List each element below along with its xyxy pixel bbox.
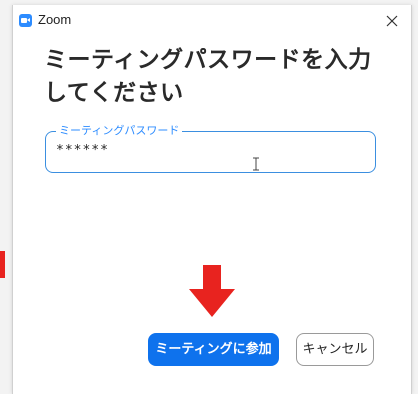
password-field-label: ミーティングパスワード (56, 123, 183, 139)
cancel-button[interactable]: キャンセル (296, 333, 374, 366)
screenshot-page: Zoom ミーティングパスワードを入力してください ミーティングパスワード **… (0, 0, 418, 394)
meeting-password-input[interactable]: ミーティングパスワード ****** (45, 123, 376, 173)
text-cursor-icon (251, 156, 261, 172)
dialog-heading: ミーティングパスワードを入力してください (44, 47, 372, 106)
red-marker (0, 251, 5, 278)
title-bar: Zoom (13, 5, 411, 35)
join-meeting-button[interactable]: ミーティングに参加 (148, 333, 279, 366)
window-title: Zoom (38, 12, 72, 27)
close-icon[interactable] (381, 10, 403, 32)
down-arrow-icon (189, 265, 235, 317)
zoom-camera-icon (19, 14, 32, 27)
password-dialog: Zoom ミーティングパスワードを入力してください ミーティングパスワード **… (12, 5, 412, 394)
password-field-value[interactable]: ****** (56, 143, 109, 158)
